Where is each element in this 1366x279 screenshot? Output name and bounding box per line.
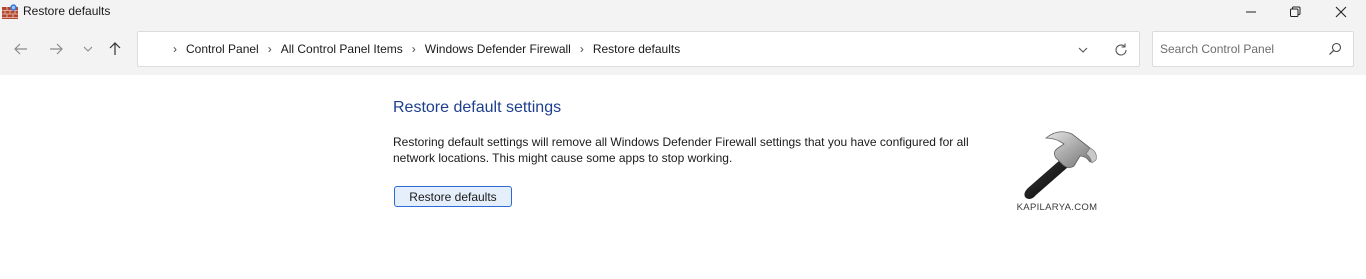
breadcrumb-separator-icon[interactable]: › [575,42,589,56]
description-text: Restoring default settings will remove a… [393,135,969,165]
window-title: Restore defaults [23,4,111,18]
page-title: Restore default settings [393,99,562,116]
breadcrumb-control-panel[interactable]: Control Panel [186,42,259,56]
address-bar[interactable]: › Control Panel › All Control Panel Item… [137,31,1140,67]
hammer-icon [1024,131,1097,199]
maximize-button[interactable] [1272,0,1318,23]
breadcrumb: › Control Panel › All Control Panel Item… [168,32,680,66]
forward-button[interactable] [47,40,65,58]
recent-locations-button[interactable] [79,40,97,58]
search-box[interactable] [1152,31,1354,67]
breadcrumb-separator-icon[interactable]: › [263,42,277,56]
title-bar: Restore defaults [0,0,1366,23]
up-button[interactable] [106,40,124,58]
firewall-brick-icon [2,4,18,19]
minimize-button[interactable] [1228,0,1274,23]
close-button[interactable] [1318,0,1364,23]
navigation-bar: › Control Panel › All Control Panel Item… [0,23,1366,75]
forward-arrow-icon [50,43,63,55]
restore-defaults-button[interactable]: Restore defaults [394,186,512,207]
breadcrumb-separator-icon[interactable]: › [407,42,421,56]
back-arrow-icon [14,43,27,55]
search-input[interactable] [1160,32,1320,66]
back-button[interactable] [12,40,30,58]
watermark-text: KAPILARYA.COM [1016,202,1098,213]
refresh-icon[interactable] [1113,42,1129,58]
breadcrumb-separator-icon[interactable]: › [168,42,182,56]
breadcrumb-all-items[interactable]: All Control Panel Items [281,42,403,56]
maximize-icon [1290,6,1301,17]
address-dropdown-icon[interactable] [1076,43,1090,57]
close-icon [1335,6,1347,17]
recent-locations-chevron-icon [83,46,93,52]
breadcrumb-firewall[interactable]: Windows Defender Firewall [425,42,571,56]
breadcrumb-restore-defaults[interactable]: Restore defaults [593,42,680,56]
search-icon[interactable] [1328,42,1342,56]
minimize-icon [1246,11,1256,12]
up-arrow-icon [109,42,121,55]
